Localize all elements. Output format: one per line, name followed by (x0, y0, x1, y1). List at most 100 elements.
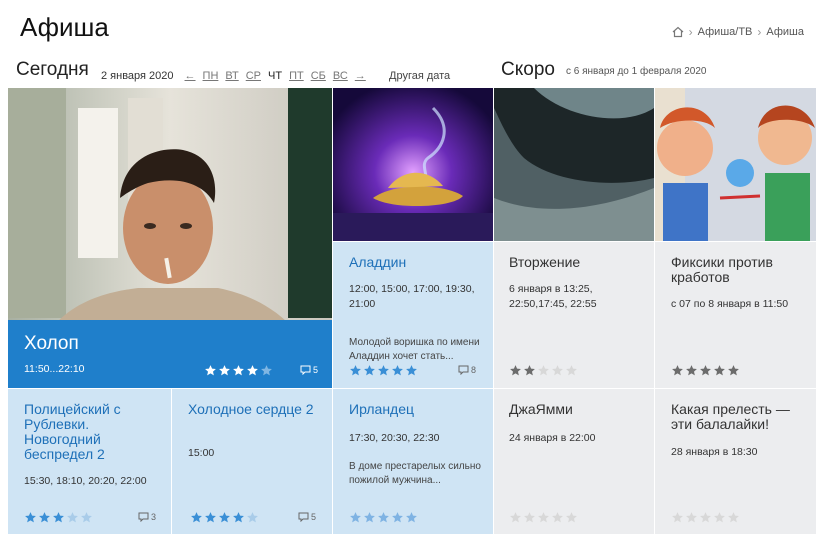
star-filled-icon (406, 365, 417, 376)
movie-title[interactable]: Аладдин (349, 255, 485, 270)
fixiki-poster[interactable] (655, 88, 816, 241)
day-tue[interactable]: ВТ (225, 70, 238, 82)
chevron-right-icon: › (757, 25, 762, 39)
movie-description: В доме престарелых сильно пожилой мужчин… (349, 461, 481, 486)
day-sat[interactable]: СБ (311, 70, 326, 82)
star-filled-icon (191, 512, 202, 523)
movie-tile-fixiki[interactable]: Фиксики против кработов с 07 по 8 января… (655, 242, 816, 388)
movie-title[interactable]: Холодное сердце 2 (188, 402, 323, 417)
breadcrumb: › Афиша/ТВ › Афиша (672, 25, 804, 39)
movie-tile-politseyskiy[interactable]: Полицейский с Рублевки. Новогодний беспр… (8, 389, 171, 534)
vtorzhenie-poster[interactable] (494, 88, 654, 241)
star-empty-icon (247, 512, 258, 523)
star-filled-icon (700, 365, 711, 376)
star-empty-icon (538, 512, 549, 523)
comment-count[interactable]: 3 (138, 512, 156, 522)
movie-tile-kholodnoe[interactable]: Холодное сердце 2 15:00 5 (172, 389, 332, 534)
movie-title[interactable]: Вторжение (509, 255, 645, 270)
comment-icon (300, 365, 311, 375)
today-section-title: Сегодня (16, 59, 89, 80)
star-filled-icon (233, 365, 244, 376)
comment-count[interactable]: 5 (300, 365, 318, 375)
movie-title[interactable]: Какая прелесть — эти балалайки! (671, 402, 806, 432)
star-filled-icon (39, 512, 50, 523)
star-filled-icon (53, 512, 64, 523)
star-empty-icon (552, 365, 563, 376)
aladdin-poster-art (333, 88, 493, 241)
movie-showtimes: 12:00, 15:00, 17:00, 19:30, 21:00 (349, 283, 475, 310)
star-empty-icon (672, 512, 683, 523)
breadcrumb-current: Афиша (766, 26, 804, 38)
star-filled-icon (686, 365, 697, 376)
star-empty-icon (67, 512, 78, 523)
rating-stars (349, 364, 418, 377)
page-title: Афиша (20, 12, 109, 42)
other-date-link[interactable]: Другая дата (389, 70, 450, 82)
star-empty-icon (566, 365, 577, 376)
rating-stars (671, 364, 740, 377)
rating-stars (509, 364, 578, 377)
star-empty-icon (538, 365, 549, 376)
movie-title[interactable]: Ирландец (349, 402, 484, 417)
star-empty-icon (700, 512, 711, 523)
star-empty-icon (552, 512, 563, 523)
day-wed[interactable]: СР (246, 70, 261, 82)
star-filled-icon (25, 512, 36, 523)
comment-icon (298, 512, 309, 522)
movie-title[interactable]: Полицейский с Рублевки. Новогодний беспр… (24, 402, 159, 462)
fixiki-poster-art (655, 88, 816, 241)
rating-stars (349, 511, 418, 524)
aladdin-poster[interactable] (333, 88, 493, 241)
movie-grid: Холоп 11:50...22:10 5 Аладдин 12:00, 15:… (8, 88, 816, 534)
day-fri[interactable]: ПТ (289, 70, 304, 82)
next-day-arrow[interactable]: → (355, 70, 366, 82)
current-date: 2 января 2020 (101, 70, 174, 82)
soon-section-title: Скоро (501, 59, 555, 80)
star-filled-icon (350, 365, 361, 376)
featured-title[interactable]: Холоп (24, 333, 79, 355)
star-filled-icon (219, 512, 230, 523)
star-filled-icon (728, 365, 739, 376)
star-filled-icon (364, 512, 375, 523)
star-empty-icon (81, 512, 92, 523)
comment-count[interactable]: 5 (298, 512, 316, 522)
star-filled-icon (219, 365, 230, 376)
movie-title[interactable]: ДжаЯмми (509, 402, 644, 417)
movie-tile-vtorzhenie[interactable]: Вторжение 6 января в 13:25, 22:50,17:45,… (494, 242, 654, 388)
rating-stars (509, 511, 578, 524)
featured-time: 11:50...22:10 (24, 363, 85, 375)
comment-icon (138, 512, 149, 522)
star-filled-icon (205, 512, 216, 523)
star-empty-icon (261, 365, 272, 376)
rating-stars (204, 364, 273, 377)
star-filled-icon (392, 365, 403, 376)
star-empty-icon (686, 512, 697, 523)
breadcrumb-link-afisha-tv[interactable]: Афиша/ТВ (698, 26, 753, 38)
day-navigation: 2 января 2020 ← ПН ВТ СР ЧТ ПТ СБ ВС → (101, 70, 366, 82)
movie-showtimes: 17:30, 20:30, 22:30 (349, 432, 440, 444)
movie-tile-dzhayammi[interactable]: ДжаЯмми 24 января в 22:00 (494, 389, 654, 534)
movie-showtimes: 15:00 (188, 447, 215, 459)
movie-tile-irlandets[interactable]: Ирландец 17:30, 20:30, 22:30 В доме прес… (333, 389, 493, 534)
star-filled-icon (350, 512, 361, 523)
comment-count[interactable]: 8 (458, 365, 476, 375)
featured-movie-tile[interactable]: Холоп 11:50...22:10 5 (8, 88, 332, 388)
home-icon[interactable] (672, 26, 684, 38)
star-filled-icon (247, 365, 258, 376)
prev-day-arrow[interactable]: ← (185, 70, 196, 82)
movie-title[interactable]: Фиксики против кработов (671, 255, 801, 285)
movie-showtimes: 15:30, 18:10, 20:20, 22:00 (24, 475, 147, 487)
comment-icon (458, 365, 469, 375)
movie-showtimes: 24 января в 22:00 (509, 432, 596, 444)
day-mon[interactable]: ПН (203, 70, 219, 82)
star-filled-icon (714, 365, 725, 376)
movie-showtimes: 6 января в 13:25, 22:50,17:45, 22:55 (509, 283, 597, 310)
movie-tile-aladdin[interactable]: Аладдин 12:00, 15:00, 17:00, 19:30, 21:0… (333, 242, 493, 388)
star-filled-icon (510, 365, 521, 376)
vtorzhenie-poster-art (494, 88, 654, 241)
rating-stars (671, 511, 740, 524)
day-sun[interactable]: ВС (333, 70, 348, 82)
movie-tile-balalayki[interactable]: Какая прелесть — эти балалайки! 28 январ… (655, 389, 816, 534)
rating-stars (190, 511, 259, 524)
day-thu: ЧТ (268, 70, 283, 82)
